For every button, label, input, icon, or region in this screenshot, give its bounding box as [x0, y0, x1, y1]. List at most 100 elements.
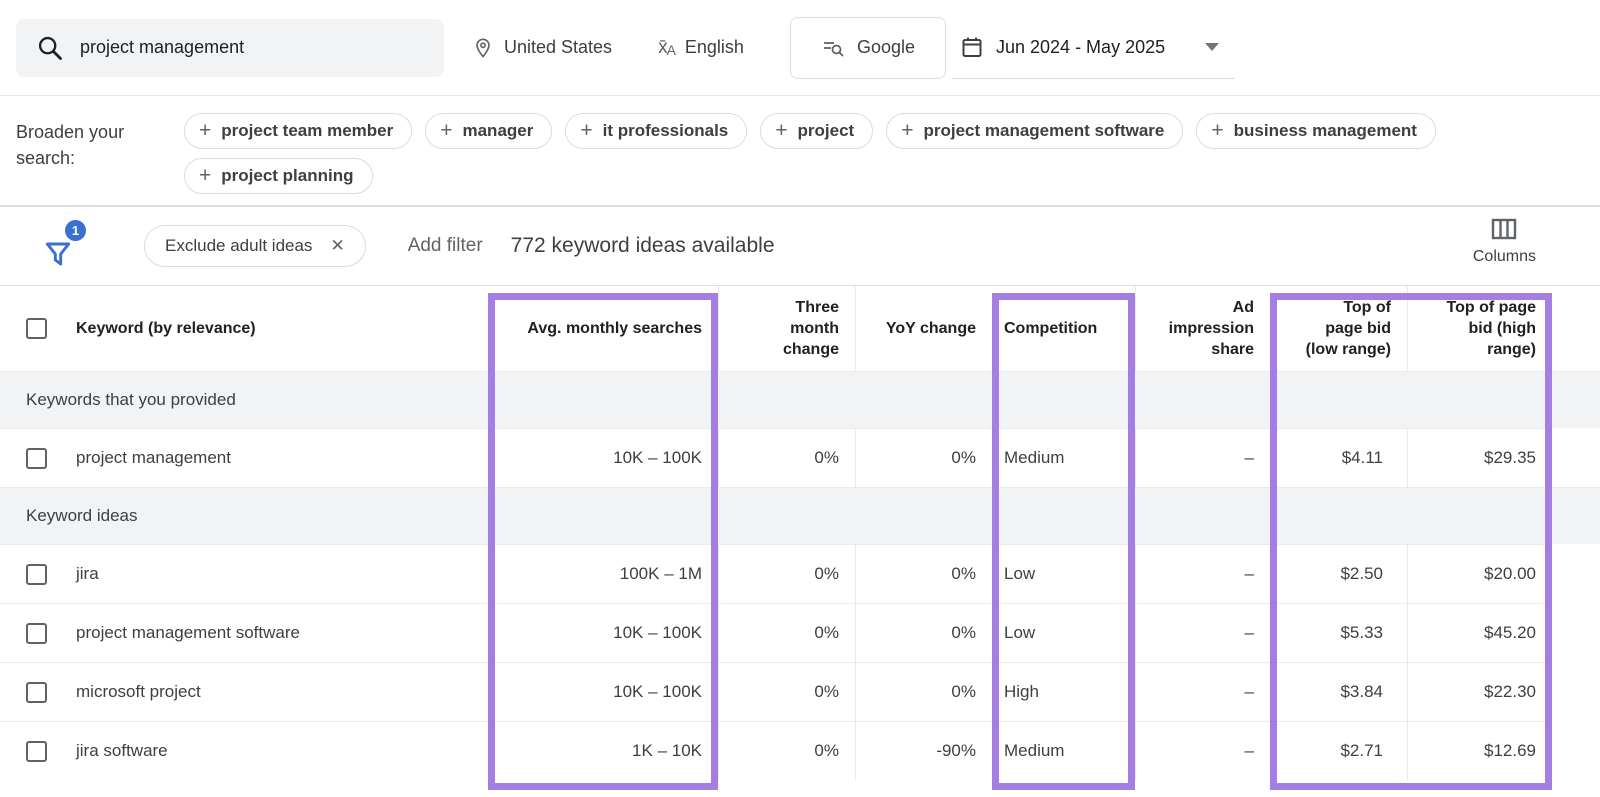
ad-impression-share: –: [1135, 545, 1270, 603]
keyword-text: jira software: [76, 741, 168, 761]
competition: Low: [992, 604, 1135, 662]
results-summary: 772 keyword ideas available: [511, 234, 775, 258]
chevron-down-icon: [1205, 43, 1219, 51]
network-selector[interactable]: Google: [790, 17, 946, 79]
top-bid-high: $20.00: [1407, 545, 1552, 603]
language-value: English: [685, 37, 744, 58]
plus-icon: +: [775, 119, 787, 143]
add-filter-button[interactable]: Add filter: [408, 235, 483, 257]
top-bid-high: $45.20: [1407, 604, 1552, 662]
broaden-chip-it-professionals[interactable]: +it professionals: [565, 113, 747, 149]
active-filter-chip[interactable]: Exclude adult ideas ✕: [144, 225, 366, 267]
calendar-icon: [960, 35, 984, 59]
three-month-change: 0%: [718, 604, 855, 662]
header-top-bid-low[interactable]: Top of page bid (low range): [1270, 286, 1407, 371]
funnel-icon: [42, 238, 74, 270]
keyword-search-input[interactable]: project management: [16, 19, 444, 77]
plus-icon: +: [199, 119, 211, 143]
avg-monthly-searches: 1K – 10K: [488, 722, 718, 780]
section-keywords-provided: Keywords that you provided: [0, 371, 1600, 428]
translate-icon: x̄A: [658, 37, 675, 59]
row-checkbox[interactable]: [26, 741, 47, 762]
competition: Low: [992, 545, 1135, 603]
location-selector[interactable]: United States: [472, 37, 612, 59]
row-checkbox[interactable]: [26, 682, 47, 703]
filter-button[interactable]: 1: [42, 220, 86, 272]
search-value: project management: [80, 37, 244, 58]
language-selector[interactable]: x̄A English: [658, 37, 744, 59]
ad-impression-share: –: [1135, 663, 1270, 721]
header-three-month-change[interactable]: Three month change: [718, 286, 855, 371]
search-network-icon: [821, 36, 845, 60]
top-bid-high: $22.30: [1407, 663, 1552, 721]
competition: Medium: [992, 429, 1135, 487]
keyword-text: project management: [76, 448, 231, 468]
top-bid-low: $3.84: [1270, 663, 1407, 721]
plus-icon: +: [440, 119, 452, 143]
ad-impression-share: –: [1135, 722, 1270, 780]
three-month-change: 0%: [718, 722, 855, 780]
header-competition[interactable]: Competition: [992, 286, 1135, 371]
row-checkbox[interactable]: [26, 564, 47, 585]
table-header-row: Keyword (by relevance) Avg. monthly sear…: [0, 286, 1552, 371]
broaden-chip-project-planning[interactable]: +project planning: [184, 158, 373, 194]
competition: High: [992, 663, 1135, 721]
date-range-selector[interactable]: Jun 2024 - May 2025: [952, 17, 1235, 79]
plus-icon: +: [199, 164, 211, 188]
top-bid-high: $12.69: [1407, 722, 1552, 780]
three-month-change: 0%: [718, 545, 855, 603]
broaden-chip-business-management[interactable]: +business management: [1196, 113, 1436, 149]
keyword-text: jira: [76, 564, 99, 584]
table-row: microsoft project 10K – 100K 0% 0% High …: [0, 662, 1552, 721]
plus-icon: +: [1211, 119, 1223, 143]
top-bid-low: $2.50: [1270, 545, 1407, 603]
top-bid-low: $4.11: [1270, 429, 1407, 487]
section-keyword-ideas: Keyword ideas: [0, 487, 1600, 544]
yoy-change: 0%: [855, 663, 992, 721]
top-bid-low: $2.71: [1270, 722, 1407, 780]
plus-icon: +: [580, 119, 592, 143]
select-all-checkbox[interactable]: [26, 318, 47, 339]
broaden-chip-project-management-software[interactable]: +project management software: [886, 113, 1183, 149]
broaden-search-section: Broaden your search: +project team membe…: [0, 97, 1600, 205]
avg-monthly-searches: 10K – 100K: [488, 429, 718, 487]
keyword-text: project management software: [76, 623, 300, 643]
ad-impression-share: –: [1135, 429, 1270, 487]
header-keyword: Keyword (by relevance): [0, 286, 488, 371]
competition: Medium: [992, 722, 1135, 780]
columns-label: Columns: [1473, 248, 1536, 266]
top-bid-low: $5.33: [1270, 604, 1407, 662]
keyword-table: Keyword (by relevance) Avg. monthly sear…: [0, 285, 1600, 797]
header-yoy-change[interactable]: YoY change: [855, 286, 992, 371]
ad-impression-share: –: [1135, 604, 1270, 662]
broaden-chip-manager[interactable]: +manager: [425, 113, 552, 149]
row-checkbox[interactable]: [26, 448, 47, 469]
broaden-search-label: Broaden your search:: [16, 113, 184, 205]
columns-icon: [1491, 217, 1517, 241]
avg-monthly-searches: 100K – 1M: [488, 545, 718, 603]
network-value: Google: [857, 37, 915, 58]
avg-monthly-searches: 10K – 100K: [488, 663, 718, 721]
active-filter-label: Exclude adult ideas: [165, 236, 312, 256]
avg-monthly-searches: 10K – 100K: [488, 604, 718, 662]
broaden-chip-project[interactable]: +project: [760, 113, 873, 149]
date-range-value: Jun 2024 - May 2025: [996, 37, 1165, 58]
header-ad-impression-share[interactable]: Ad impression share: [1135, 286, 1270, 371]
plus-icon: +: [901, 119, 913, 143]
keyword-text: microsoft project: [76, 682, 201, 702]
location-pin-icon: [472, 37, 494, 59]
table-row: jira software 1K – 10K 0% -90% Medium – …: [0, 721, 1552, 780]
close-icon[interactable]: ✕: [330, 236, 344, 256]
broaden-chip-project-team-member[interactable]: +project team member: [184, 113, 412, 149]
location-value: United States: [504, 37, 612, 58]
header-top-bid-high[interactable]: Top of page bid (high range): [1407, 286, 1552, 371]
three-month-change: 0%: [718, 663, 855, 721]
columns-button[interactable]: Columns: [1473, 217, 1536, 266]
header-avg-monthly-searches[interactable]: Avg. monthly searches: [488, 286, 718, 371]
table-row: jira 100K – 1M 0% 0% Low – $2.50 $20.00: [0, 544, 1552, 603]
table-row: project management software 10K – 100K 0…: [0, 603, 1552, 662]
yoy-change: 0%: [855, 429, 992, 487]
table-row: project management 10K – 100K 0% 0% Medi…: [0, 428, 1552, 487]
yoy-change: -90%: [855, 722, 992, 780]
row-checkbox[interactable]: [26, 623, 47, 644]
